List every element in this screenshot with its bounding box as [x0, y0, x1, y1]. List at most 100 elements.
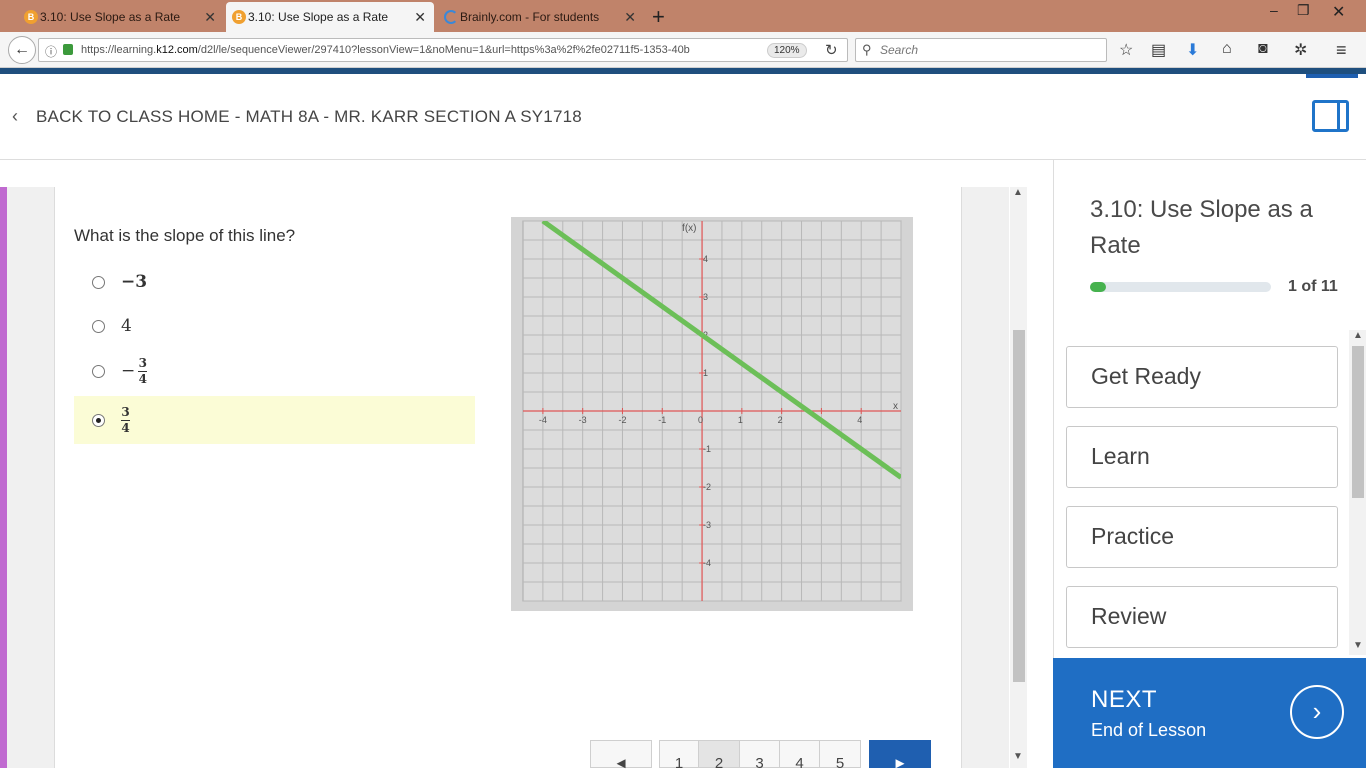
- restore-icon[interactable]: ❐: [1297, 2, 1310, 19]
- scroll-down-icon[interactable]: ▼: [1353, 640, 1363, 651]
- browser-tab-3[interactable]: Brainly.com - For students. F ✕: [438, 2, 644, 32]
- close-tab-icon[interactable]: ✕: [204, 9, 216, 26]
- x-tick-label: 1: [738, 415, 743, 425]
- numerator: 3: [121, 404, 130, 419]
- back-arrow-icon[interactable]: ←: [8, 36, 36, 64]
- next-sublabel: End of Lesson: [1091, 720, 1207, 740]
- denominator: 4: [121, 420, 130, 435]
- close-tab-icon[interactable]: ✕: [414, 9, 426, 26]
- step-learn-button[interactable]: Learn: [1066, 426, 1338, 488]
- home-icon[interactable]: ⌂: [1222, 40, 1232, 58]
- next-page-button[interactable]: ►: [869, 740, 931, 772]
- lock-icon[interactable]: [63, 44, 73, 55]
- fraction: 3 4: [121, 404, 130, 435]
- y-tick-label: -4: [703, 558, 711, 568]
- tab-title: 3.10: Use Slope as a Rate - M: [40, 10, 180, 24]
- progress-text: 1 of 11: [1288, 278, 1338, 295]
- scroll-up-icon[interactable]: ▲: [1353, 330, 1363, 341]
- page-3-button[interactable]: 3: [739, 740, 780, 772]
- page-1-button[interactable]: 1: [659, 740, 699, 772]
- reload-icon[interactable]: ↻: [825, 41, 838, 59]
- page-5-button[interactable]: 5: [819, 740, 861, 772]
- y-tick-label: -1: [703, 444, 711, 454]
- right-gutter: [961, 187, 1009, 768]
- browser-tab-2[interactable]: B 3.10: Use Slope as a Rate - M ✕: [226, 2, 434, 32]
- site-favicon-icon: B: [24, 10, 38, 24]
- pocket-icon[interactable]: ◙: [1258, 40, 1268, 58]
- x-tick-label: -4: [539, 415, 547, 425]
- prev-page-button[interactable]: ◄: [590, 740, 652, 772]
- scroll-down-icon[interactable]: ▼: [1013, 751, 1023, 762]
- tab-title: 3.10: Use Slope as a Rate - M: [248, 10, 388, 24]
- x-tick-label: -2: [618, 415, 626, 425]
- page-2-button[interactable]: 2: [698, 740, 740, 772]
- step-practice-button[interactable]: Practice: [1066, 506, 1338, 568]
- y-tick-label: 4: [703, 254, 708, 264]
- x-tick-label: -1: [658, 415, 666, 425]
- info-icon[interactable]: ⓘ: [45, 43, 57, 60]
- answer-choice-d[interactable]: 3 4: [74, 396, 475, 444]
- next-label: NEXT: [1091, 686, 1158, 713]
- y-tick-label: -3: [703, 520, 711, 530]
- search-input[interactable]: ⚲ Search: [855, 38, 1107, 62]
- search-placeholder: Search: [880, 43, 919, 57]
- chevron-left-icon[interactable]: ‹: [12, 106, 18, 127]
- choice-text: − 3 4: [121, 356, 148, 386]
- choice-text: −3: [121, 272, 148, 292]
- loading-icon: [444, 10, 458, 24]
- x-tick-label: -3: [579, 415, 587, 425]
- chevron-right-icon[interactable]: ›: [1290, 685, 1344, 739]
- minus-sign: −: [121, 361, 136, 381]
- search-icon: ⚲: [862, 42, 872, 57]
- graph-svg: -4 -3 -2 -1 0 1 2 4-4-3-2-11234xf(x): [522, 220, 902, 602]
- radio-button[interactable]: [92, 275, 105, 289]
- toggle-panel-icon[interactable]: [1312, 100, 1349, 132]
- scroll-up-icon[interactable]: ▲: [1013, 187, 1023, 198]
- lesson-title: 3.10: Use Slope as a Rate: [1090, 196, 1313, 259]
- new-tab-button[interactable]: +: [652, 4, 665, 30]
- address-bar[interactable]: ⓘ https://learning.k12.com/d2l/le/sequen…: [38, 38, 848, 62]
- fraction: 3 4: [138, 356, 148, 386]
- choice-text: 4: [121, 316, 132, 336]
- site-top-bar: [0, 68, 1366, 74]
- zoom-level[interactable]: 120%: [767, 43, 807, 58]
- radio-button-selected[interactable]: [92, 413, 105, 427]
- hamburger-menu-icon[interactable]: ≡: [1336, 40, 1347, 61]
- step-get-ready-button[interactable]: Get Ready: [1066, 346, 1338, 408]
- sidebar-scrollbar[interactable]: ▲ ▼: [1349, 330, 1366, 655]
- back-to-class-link[interactable]: BACK TO CLASS HOME - MATH 8A - MR. KARR …: [36, 107, 582, 127]
- x-axis-label: x: [893, 401, 898, 412]
- reading-list-icon[interactable]: ▤: [1151, 40, 1166, 60]
- answer-choice-a[interactable]: −3: [74, 258, 475, 306]
- step-review-button[interactable]: Review: [1066, 586, 1338, 648]
- question-prompt: What is the slope of this line?: [74, 226, 296, 245]
- page-4-button[interactable]: 4: [779, 740, 820, 772]
- answer-choice-b[interactable]: 4: [74, 302, 475, 350]
- x-tick-label: 2: [778, 415, 783, 425]
- radio-button[interactable]: [92, 319, 105, 333]
- download-arrow-icon[interactable]: ⬇: [1186, 40, 1199, 60]
- next-lesson-button[interactable]: NEXT End of Lesson ›: [1053, 658, 1366, 768]
- choice-text: 3 4: [121, 404, 130, 435]
- content-scrollbar[interactable]: ▲ ▼: [1010, 187, 1027, 768]
- minimize-icon[interactable]: –: [1270, 2, 1278, 18]
- site-favicon-icon: B: [232, 10, 246, 24]
- bookmark-star-icon[interactable]: ☆: [1119, 40, 1133, 60]
- y-tick-label: 1: [703, 368, 708, 378]
- progress-bar: [1090, 282, 1271, 292]
- extension-icon[interactable]: ✲: [1294, 40, 1307, 60]
- tab-title: Brainly.com - For students. F: [460, 10, 600, 24]
- y-axis-label: f(x): [682, 223, 696, 234]
- line-graph: -4 -3 -2 -1 0 1 2 4 -4 -3 -2 -1 1 2 3 4 x f(x): [511, 217, 913, 611]
- radio-button[interactable]: [92, 364, 105, 378]
- scroll-thumb[interactable]: [1352, 346, 1364, 498]
- scroll-thumb[interactable]: [1013, 330, 1025, 682]
- browser-tab-1[interactable]: B 3.10: Use Slope as a Rate - M ✕: [18, 2, 224, 32]
- url-text[interactable]: https://learning.k12.com/d2l/le/sequence…: [81, 44, 743, 56]
- browser-tab-bar: B 3.10: Use Slope as a Rate - M ✕ B 3.10…: [0, 0, 1366, 32]
- close-tab-icon[interactable]: ✕: [624, 9, 636, 26]
- page-header: ‹ BACK TO CLASS HOME - MATH 8A - MR. KAR…: [0, 78, 1366, 160]
- close-window-icon[interactable]: ✕: [1332, 2, 1345, 22]
- x-tick-label: 0: [698, 415, 703, 425]
- answer-choice-c[interactable]: − 3 4: [74, 347, 475, 395]
